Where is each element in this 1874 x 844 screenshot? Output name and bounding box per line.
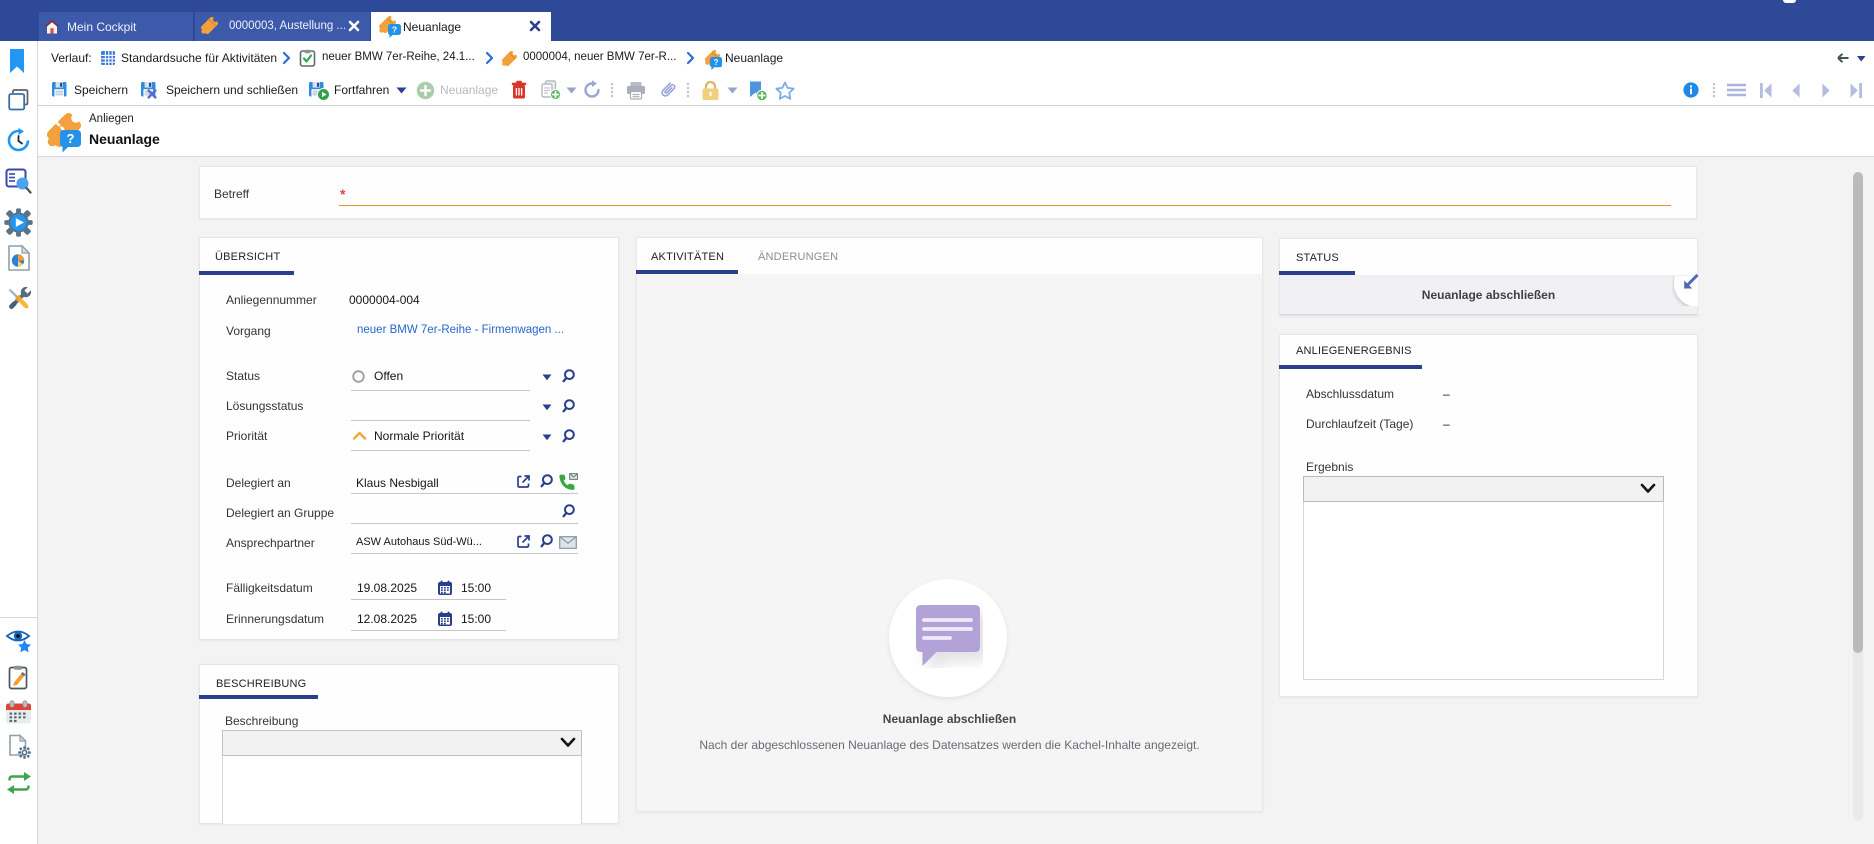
svg-text:?: ? [67,131,75,146]
